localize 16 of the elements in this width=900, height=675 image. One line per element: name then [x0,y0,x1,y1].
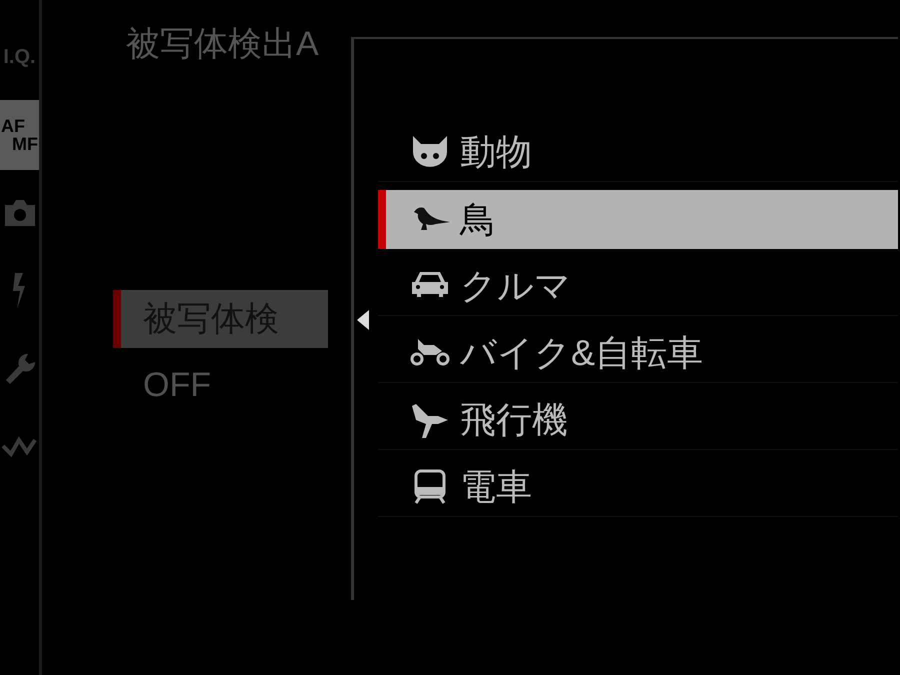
option-label: 動物 [460,130,532,174]
tab-label: MF [12,135,38,153]
subject-option[interactable]: 動物 [378,123,898,182]
subject-option[interactable]: クルマ [378,257,898,316]
menu-title: 被写体検出A [126,24,319,65]
subject-option[interactable]: 鳥 [378,190,898,249]
option-label: 飛行機 [460,398,568,442]
option-label: バイク&自転車 [460,331,704,375]
option-label: 電車 [460,465,532,509]
option-label: クルマ [460,264,571,308]
tab-label: I.Q. [3,45,36,70]
subject-option[interactable]: 飛行機 [378,391,898,450]
option-label: 鳥 [460,198,496,242]
subject-option[interactable]: バイク&自転車 [378,324,898,383]
tab-label: AF [1,117,25,135]
subject-option[interactable]: 電車 [378,458,898,517]
